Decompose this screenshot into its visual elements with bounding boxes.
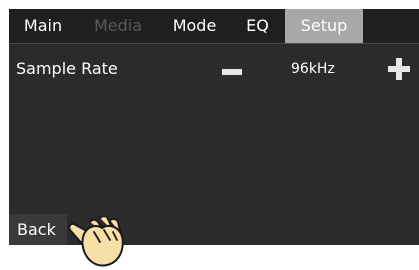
sample-rate-row: Sample Rate 96kHz xyxy=(9,53,419,83)
hand-pointer-icon xyxy=(68,215,124,267)
sample-rate-value: 96kHz xyxy=(291,61,335,77)
tab-setup[interactable]: Setup xyxy=(285,9,363,43)
back-button[interactable]: Back xyxy=(9,214,67,245)
decrease-sample-rate-button[interactable] xyxy=(219,59,247,79)
tab-media: Media xyxy=(93,16,143,35)
sample-rate-label: Sample Rate xyxy=(16,59,118,78)
tab-eq[interactable]: EQ xyxy=(230,9,285,43)
tab-bar: Main Media Mode EQ Setup xyxy=(9,9,419,44)
minus-icon xyxy=(222,69,242,75)
increase-sample-rate-button[interactable] xyxy=(388,58,410,80)
tab-main[interactable]: Main xyxy=(9,9,77,43)
tab-mode[interactable]: Mode xyxy=(159,9,230,43)
